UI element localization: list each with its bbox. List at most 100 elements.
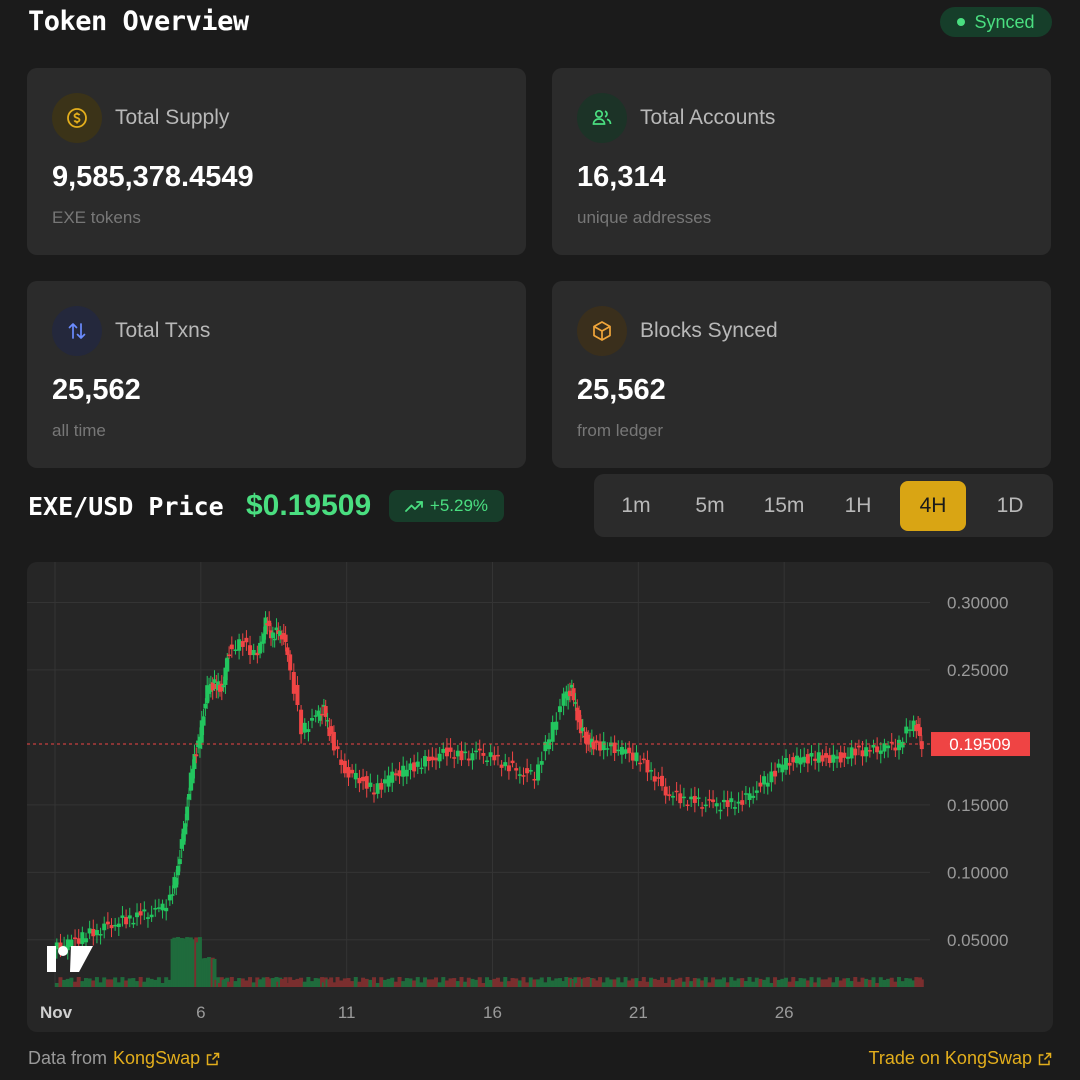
- candle-body: [630, 752, 635, 761]
- card-label: Blocks Synced: [640, 319, 778, 342]
- volume-bar: [499, 981, 504, 987]
- candle-body: [120, 915, 125, 918]
- price-chart-svg[interactable]: 0.19509 0.30000 0.25000 0.15000 0.10000 0.050…: [27, 562, 1053, 1032]
- timeframe-1d-button[interactable]: 1D: [974, 481, 1046, 531]
- external-link-icon[interactable]: [1038, 1052, 1052, 1066]
- volume-bar: [645, 981, 650, 987]
- external-link-icon[interactable]: [206, 1052, 220, 1066]
- timeframe-4h-button[interactable]: 4H: [900, 480, 966, 531]
- candle-body: [485, 760, 490, 763]
- candle-body: [893, 747, 898, 751]
- candle-body: [91, 928, 96, 937]
- price-chart[interactable]: 0.19509 0.30000 0.25000 0.15000 0.10000 0.050…: [27, 562, 1053, 1032]
- candle-body: [361, 776, 366, 782]
- kongswap-data-link[interactable]: KongSwap: [113, 1048, 200, 1069]
- volume-bar: [882, 979, 887, 987]
- candle-body: [288, 654, 293, 671]
- volume-bar: [113, 977, 118, 987]
- volume-bar: [83, 978, 88, 987]
- y-tick-label: 0.15000: [947, 796, 1008, 815]
- candle-body: [605, 748, 610, 750]
- candle-body: [751, 795, 756, 798]
- volume-bar: [463, 981, 468, 987]
- volume-bar: [692, 978, 697, 987]
- candle-body: [94, 930, 99, 936]
- volume-bar: [375, 982, 380, 987]
- candle-body: [802, 756, 807, 763]
- volume-bar: [689, 981, 694, 987]
- volume-bar: [681, 981, 686, 987]
- volume-bar: [54, 983, 59, 987]
- arrows-updown-icon: [52, 306, 102, 356]
- candle-body: [725, 800, 730, 807]
- volume-bar: [346, 978, 351, 987]
- candle-body: [240, 641, 245, 647]
- x-tick-label: 26: [775, 1003, 794, 1022]
- current-price-tag-label: 0.19509: [949, 735, 1010, 754]
- volume-bar: [510, 978, 515, 987]
- volume-bar: [437, 982, 442, 987]
- timeframe-15m-button[interactable]: 15m: [748, 481, 820, 531]
- candle-body: [109, 925, 114, 929]
- candle-body: [142, 909, 147, 912]
- candle-body: [364, 776, 369, 789]
- volume-bar: [722, 977, 727, 987]
- timeframe-1h-button[interactable]: 1H: [822, 481, 894, 531]
- volume-bar: [342, 978, 347, 987]
- volume-bar: [550, 980, 555, 987]
- volume-bar: [353, 977, 358, 987]
- candle-body: [813, 758, 818, 761]
- volume-bar: [120, 977, 125, 987]
- candle-body: [860, 750, 865, 757]
- candle-body: [853, 748, 858, 756]
- candle-body: [153, 908, 158, 910]
- candle-body: [164, 907, 169, 912]
- candle-body: [244, 637, 249, 643]
- volume-bar: [608, 979, 613, 987]
- candle-body: [835, 756, 840, 759]
- candle-body: [379, 782, 384, 790]
- candle-body: [765, 782, 770, 787]
- volume-bar: [142, 981, 147, 987]
- volume-bar: [481, 982, 486, 987]
- candle-body: [543, 741, 548, 752]
- candle-body: [528, 770, 533, 772]
- volume-bar: [598, 977, 603, 987]
- candle-body: [105, 921, 110, 925]
- volume-bar: [477, 977, 482, 987]
- volume-bar: [700, 980, 705, 987]
- trade-link-group[interactable]: Trade on KongSwap: [869, 1048, 1052, 1069]
- volume-bar: [412, 980, 417, 987]
- volume-bar: [361, 977, 366, 987]
- candle-body: [732, 807, 737, 809]
- candle-body: [685, 804, 690, 807]
- volume-bar: [663, 982, 668, 987]
- candle-body: [375, 783, 380, 794]
- volume-bar: [838, 980, 843, 987]
- candle-body: [386, 775, 391, 787]
- x-tick-label: 11: [338, 1003, 356, 1022]
- volume-bar: [842, 978, 847, 987]
- candle-body: [441, 748, 446, 753]
- blocks-synced-card: Blocks Synced 25,562 from ledger: [552, 281, 1051, 468]
- volume-bar: [503, 977, 508, 987]
- volume-bar: [532, 979, 537, 987]
- volume-bar: [302, 981, 307, 987]
- candle-body: [762, 776, 767, 785]
- volume-bar: [485, 977, 490, 987]
- candle-body: [331, 732, 336, 751]
- y-tick-label: 0.25000: [947, 661, 1008, 680]
- volume-bar: [667, 977, 672, 987]
- volume-bar: [678, 977, 683, 987]
- timeframe-1m-button[interactable]: 1m: [600, 481, 672, 531]
- candle-body: [251, 649, 256, 656]
- x-tick-label: 6: [196, 1003, 205, 1022]
- candle-body: [382, 779, 387, 784]
- volume-bar: [131, 978, 136, 987]
- timeframe-5m-button[interactable]: 5m: [674, 481, 746, 531]
- volume-bar: [127, 978, 132, 987]
- timeframe-selector: 1m 5m 15m 1H 4H 1D: [594, 474, 1053, 537]
- trade-on-kongswap-link[interactable]: Trade on KongSwap: [869, 1048, 1032, 1069]
- candle-body: [124, 917, 129, 925]
- volume-bar: [514, 978, 519, 987]
